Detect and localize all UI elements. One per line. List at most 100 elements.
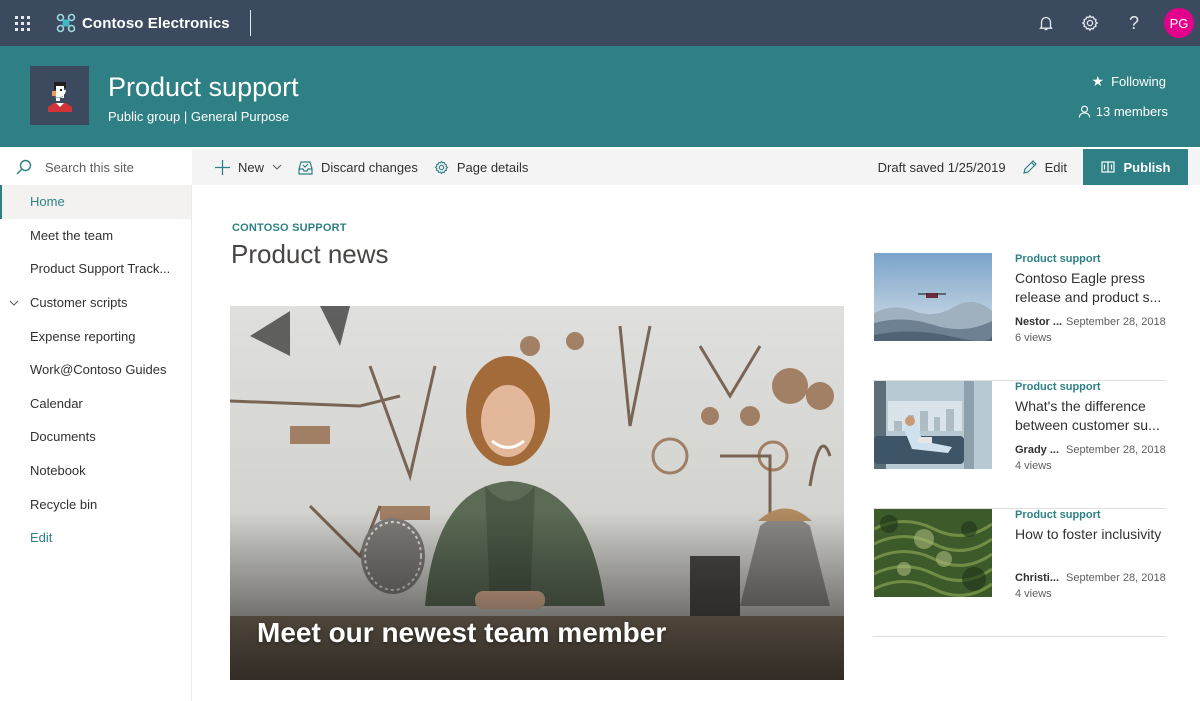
command-bar: New Discard changes Page details Draft s… (192, 148, 1200, 186)
new-label: New (238, 159, 265, 175)
nav-label: Meet the team (30, 227, 114, 243)
star-icon: ★ (1091, 73, 1105, 89)
news-list: Product support Contoso Eagle press rele… (873, 253, 1166, 637)
news-author[interactable]: Christi... (1015, 572, 1059, 584)
nav-item-customer-scripts[interactable]: Customer scripts (0, 286, 191, 320)
news-thumbnail (874, 253, 992, 341)
news-item[interactable]: Product support Contoso Eagle press rele… (873, 253, 1166, 381)
members-label: 13 members (1095, 104, 1168, 119)
news-item[interactable]: Product support How to foster inclusivit… (873, 509, 1166, 637)
discard-changes-label: Discard changes (321, 159, 418, 175)
divider (249, 10, 251, 36)
nav-label: Customer scripts (30, 295, 128, 311)
edit-label: Edit (1044, 159, 1067, 175)
settings-button[interactable] (1068, 0, 1112, 46)
news-category[interactable]: Product support (1015, 381, 1101, 393)
nav-item-documents[interactable]: Documents (0, 420, 191, 454)
nav-label: Expense reporting (30, 328, 136, 344)
news-category[interactable]: Product support (1015, 253, 1101, 265)
page-details-label: Page details (456, 159, 529, 175)
nav-item-product-support-tracker[interactable]: Product Support Track... (0, 252, 191, 286)
waffle-icon (14, 15, 30, 31)
pencil-icon (1022, 159, 1037, 174)
plus-icon (215, 159, 230, 175)
site-search-input[interactable]: Search this site (0, 149, 192, 185)
nav-item-notebook[interactable]: Notebook (0, 454, 191, 488)
app-launcher-button[interactable] (0, 0, 44, 46)
help-icon: ? (1128, 12, 1139, 33)
nav-label: Documents (30, 429, 96, 445)
chevron-down-icon[interactable] (9, 298, 19, 308)
nav-label: Home (30, 194, 65, 210)
following-button[interactable]: ★ Following (1092, 73, 1166, 90)
news-thumbnail (874, 509, 992, 597)
news-author[interactable]: Nestor ... (1015, 316, 1062, 328)
nav-item-home[interactable]: Home (0, 185, 191, 219)
drone-over-mountains-image (874, 253, 992, 341)
rice-terraces-image (874, 509, 992, 597)
news-date: September 28, 2018 (1066, 444, 1166, 456)
news-date: September 28, 2018 (1066, 316, 1166, 328)
nav-label: Calendar (30, 395, 83, 411)
news-views: 6 views (1015, 332, 1052, 344)
main-canvas: CONTOSO SUPPORT Product news Meet our ne… (193, 185, 1200, 701)
bell-icon (1039, 16, 1053, 31)
suite-bar: Contoso Electronics ? PG (0, 0, 1200, 46)
nav-edit-label: Edit (30, 530, 53, 546)
gear-icon (434, 160, 449, 174)
news-thumbnail (874, 381, 992, 469)
news-author[interactable]: Grady ... (1015, 444, 1059, 456)
nav-label: Recycle bin (30, 496, 98, 512)
nav-label: Product Support Track... (30, 261, 171, 277)
search-icon (16, 159, 32, 175)
members-button[interactable]: 13 members (1078, 104, 1168, 119)
avatar[interactable]: PG (1164, 8, 1194, 38)
nav-item-expense-reporting[interactable]: Expense reporting (0, 319, 191, 353)
news-title[interactable]: How to foster inclusivity (1015, 525, 1175, 544)
drone-logo-icon (56, 13, 76, 33)
news-views: 4 views (1015, 588, 1052, 600)
news-date: September 28, 2018 (1066, 572, 1166, 584)
site-logo[interactable] (30, 66, 89, 125)
site-header: Product support Public group | General P… (0, 46, 1200, 147)
notifications-button[interactable] (1024, 0, 1068, 46)
following-label: Following (1111, 74, 1166, 89)
news-views: 4 views (1015, 460, 1052, 472)
publish-label: Publish (1123, 159, 1171, 175)
chevron-down-icon (272, 164, 282, 170)
site-title: Product support (108, 72, 299, 102)
hero-title: Meet our newest team member (257, 617, 667, 648)
new-button[interactable]: New (192, 149, 290, 185)
news-section-title: Product news (231, 239, 389, 269)
nav-item-work-contoso-guides[interactable]: Work@Contoso Guides (0, 353, 191, 387)
site-subtitle: Public group | General Purpose (108, 109, 290, 124)
news-title[interactable]: Contoso Eagle press release and product … (1015, 269, 1170, 307)
nav-label: Work@Contoso Guides (30, 362, 167, 378)
news-item[interactable]: Product support What's the difference be… (873, 381, 1166, 509)
nav-edit-link[interactable]: Edit (0, 521, 191, 555)
person-icon (1078, 105, 1090, 118)
news-eyebrow: CONTOSO SUPPORT (232, 222, 347, 234)
left-navigation: Home Meet the team Product Support Track… (0, 185, 192, 701)
news-category[interactable]: Product support (1015, 509, 1101, 521)
man-with-laptop-image (874, 381, 992, 469)
nav-item-recycle-bin[interactable]: Recycle bin (0, 487, 191, 521)
support-agent-icon (47, 81, 72, 112)
discard-icon (298, 160, 313, 175)
app-name: Contoso Electronics (82, 14, 230, 32)
hero-news-card[interactable]: Meet our newest team member (230, 306, 844, 680)
discard-changes-button[interactable]: Discard changes (290, 149, 426, 185)
brand-link[interactable]: Contoso Electronics (56, 0, 251, 46)
nav-item-calendar[interactable]: Calendar (0, 387, 191, 421)
news-title[interactable]: What's the difference between customer s… (1015, 397, 1170, 435)
help-button[interactable]: ? (1112, 0, 1156, 46)
publish-button[interactable]: Publish (1083, 148, 1188, 186)
book-icon (1100, 161, 1115, 173)
page-details-button[interactable]: Page details (426, 149, 537, 185)
gear-icon (1081, 14, 1099, 32)
edit-button[interactable]: Edit (1022, 149, 1075, 185)
draft-status: Draft saved 1/25/2019 (877, 159, 1006, 175)
nav-label: Notebook (30, 463, 86, 479)
search-placeholder: Search this site (45, 159, 134, 175)
nav-item-meet-the-team[interactable]: Meet the team (0, 219, 191, 253)
